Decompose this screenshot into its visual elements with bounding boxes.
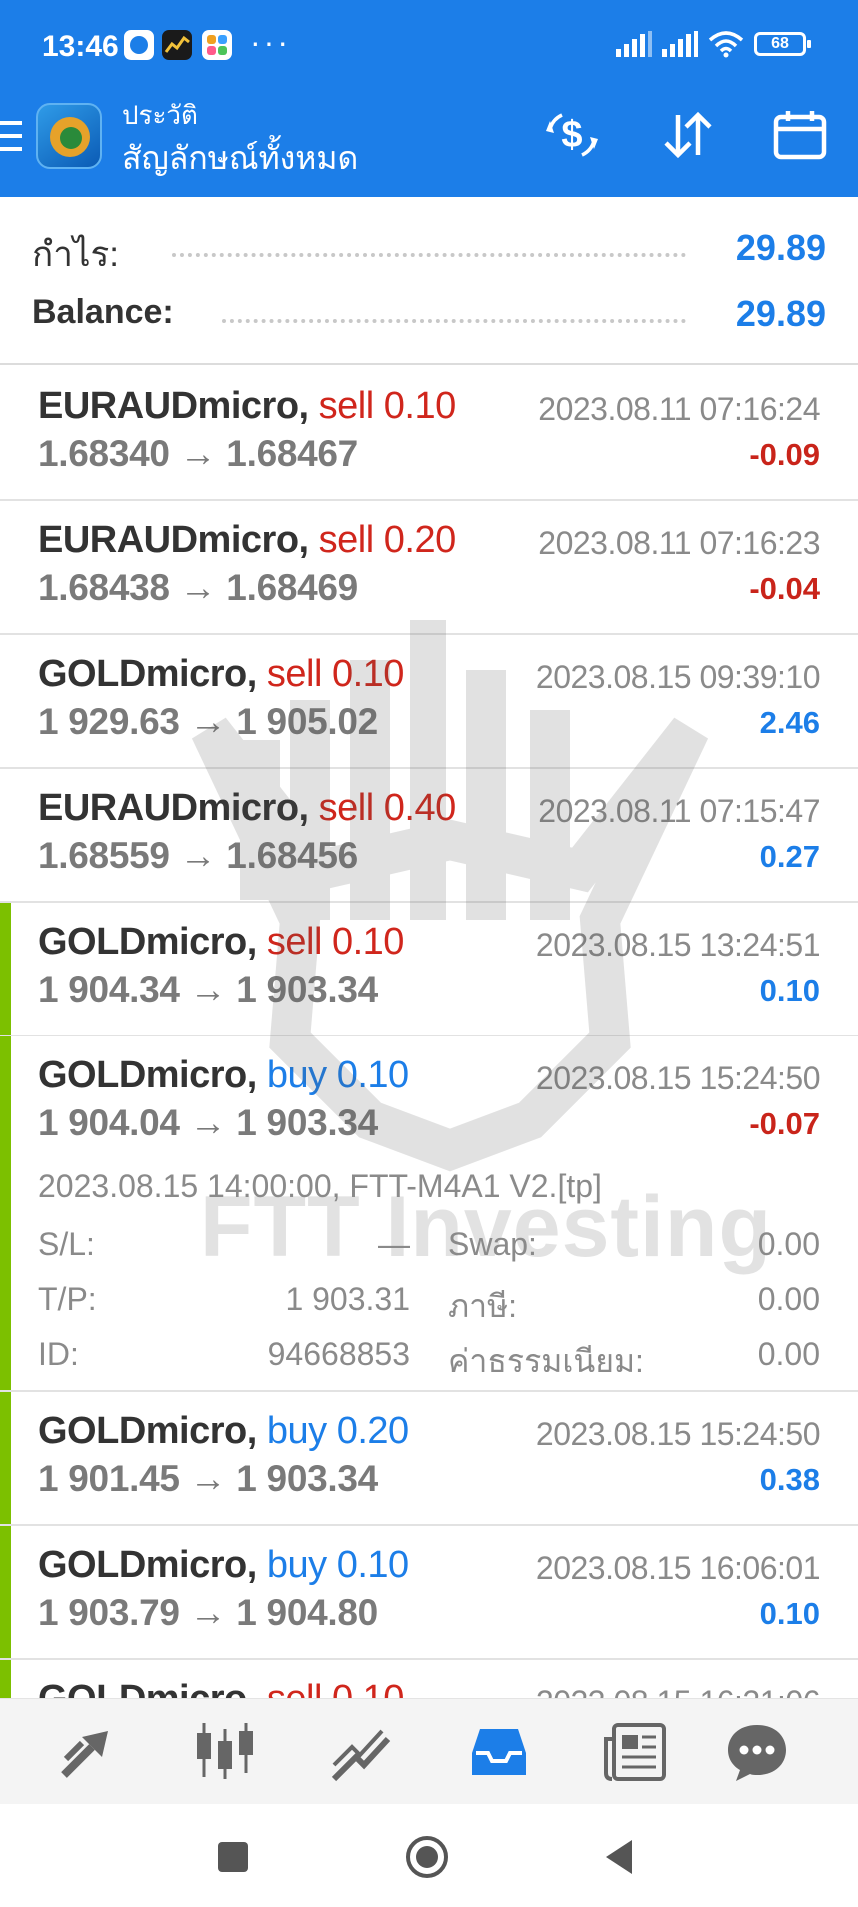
calendar-icon[interactable] (772, 107, 828, 163)
tp-value: 1 903.31 (285, 1281, 410, 1317)
trade-profit: 0.38 (759, 1462, 820, 1497)
status-time: 13:46 (42, 30, 119, 63)
battery-icon: 68 (754, 32, 811, 56)
trade-prices: 1 904.04 → 1 903.34 (38, 1102, 378, 1143)
sort-icon[interactable] (660, 107, 716, 163)
id-value: 94668853 (267, 1336, 410, 1372)
back-icon[interactable] (596, 1832, 646, 1882)
balance-row: Balance: 29.89 (32, 293, 826, 334)
fee-label: ค่าธรรมเนียม: (448, 1343, 644, 1379)
trade-prices: 1 901.45 → 1 903.34 (38, 1458, 378, 1499)
trade-profit: 0.10 (759, 1596, 820, 1631)
signal-icon-2 (662, 31, 698, 57)
notification-app-icon (124, 30, 154, 60)
news-icon[interactable] (602, 1717, 672, 1787)
id-label: ID: (38, 1336, 79, 1372)
tax-value: 0.00 (757, 1281, 820, 1317)
trade-side: buy 0.20 (266, 1410, 409, 1452)
chat-icon[interactable] (722, 1717, 792, 1787)
trade-symbol: EURAUDmicro, sell 0.10 (38, 385, 457, 427)
deposit-dollar-icon[interactable]: $ (544, 107, 600, 163)
trade-prices: 1 904.34 → 1 903.34 (38, 969, 378, 1010)
dotted-leader (222, 319, 686, 323)
signal-icon (616, 31, 652, 57)
account-summary: กำไร: 29.89 Balance: 29.89 (0, 197, 858, 365)
trade-time: 2023.08.15 16:06:01 (535, 1550, 821, 1586)
trade-prices: 1 929.63 → 1 905.02 (38, 701, 378, 742)
trade-time: 2023.08.11 07:16:23 (538, 525, 820, 561)
trade-side: sell 0.10 (318, 385, 457, 427)
trade-row[interactable]: GOLDmicro, sell 0.10 1 904.34 → 1 903.34… (0, 903, 858, 1037)
trade-side: buy 0.10 (266, 1544, 409, 1586)
history-icon[interactable] (464, 1717, 534, 1787)
chart-icon[interactable] (190, 1717, 260, 1787)
page-title[interactable]: สัญลักษณ์ทั้งหมด (122, 133, 358, 184)
tp-label: T/P: (38, 1281, 97, 1317)
trade-symbol: EURAUDmicro, sell 0.20 (38, 519, 457, 561)
svg-text:$: $ (561, 114, 582, 156)
trade-row[interactable]: GOLDmicro, buy 0.10 1 903.79 → 1 904.80 … (0, 1526, 858, 1660)
trade-symbol: GOLDmicro, sell 0.10 (38, 653, 405, 695)
status-bar: 13:46 ··· 68 (0, 0, 858, 95)
more-notifications-icon: ··· (250, 24, 291, 60)
trade-profit: -0.04 (749, 571, 820, 606)
watermark-text: FTT Investing (200, 1179, 772, 1275)
balance-label: Balance: (32, 293, 174, 331)
trade-row[interactable]: GOLDmicro, sell 0.10 1 929.63 → 1 905.02… (0, 635, 858, 769)
trade-row[interactable]: EURAUDmicro, sell 0.10 1.68340 → 1.68467… (0, 367, 858, 501)
trade-symbol: EURAUDmicro, sell 0.40 (38, 787, 457, 829)
trade-time: 2023.08.15 15:24:50 (535, 1060, 821, 1096)
trade-time: 2023.08.15 09:39:10 (535, 659, 821, 695)
trade-prices: 1.68340 → 1.68467 (38, 433, 358, 474)
menu-icon[interactable] (0, 121, 22, 161)
app-logo (36, 103, 102, 169)
notification-grid-icon (202, 30, 232, 60)
trade-side: sell 0.40 (318, 787, 457, 829)
trade-profit: -0.09 (749, 437, 820, 472)
trade-time: 2023.08.15 15:24:50 (535, 1416, 821, 1452)
trade-symbol: GOLDmicro, buy 0.20 (38, 1410, 409, 1452)
trade-symbol: GOLDmicro, sell 0.10 (38, 921, 405, 963)
trade-side: buy 0.10 (266, 1054, 409, 1096)
tax-label: ภาษี: (448, 1288, 518, 1324)
profit-label: กำไร: (32, 235, 119, 274)
trade-prices: 1.68559 → 1.68456 (38, 835, 358, 876)
app-bar: ประวัติ สัญลักษณ์ทั้งหมด $ (0, 95, 858, 197)
notification-chart-icon (162, 30, 192, 60)
trade-prices: 1 903.79 → 1 904.80 (38, 1592, 378, 1633)
trade-profit: 2.46 (759, 705, 820, 740)
trade-symbol: GOLDmicro, buy 0.10 (38, 1054, 409, 1096)
system-nav-bar (0, 1804, 858, 1907)
trade-side: sell 0.10 (266, 653, 405, 695)
wifi-icon (708, 31, 744, 58)
detail-row-id: ID: 94668853 ค่าธรรมเนียม: 0.00 (38, 1336, 820, 1379)
quotes-icon[interactable] (52, 1717, 122, 1787)
trade-row[interactable]: EURAUDmicro, sell 0.20 1.68438 → 1.68469… (0, 501, 858, 635)
profit-value: 29.89 (735, 227, 826, 268)
status-indicators: 68 (616, 30, 811, 58)
fee-value: 0.00 (757, 1336, 820, 1372)
dotted-leader (172, 253, 686, 257)
bottom-tab-bar (0, 1698, 858, 1804)
sl-label: S/L: (38, 1226, 95, 1262)
trade-row[interactable]: GOLDmicro, buy 0.20 1 901.45 → 1 903.34 … (0, 1392, 858, 1526)
trade-time: 2023.08.15 13:24:51 (535, 927, 821, 963)
trade-prices: 1.68438 → 1.68469 (38, 567, 358, 608)
trade-row[interactable]: EURAUDmicro, sell 0.40 1.68559 → 1.68456… (0, 769, 858, 903)
trade-symbol: GOLDmicro, buy 0.10 (38, 1544, 409, 1586)
trade-side: sell 0.10 (266, 921, 405, 963)
balance-value: 29.89 (735, 293, 826, 334)
trade-time: 2023.08.11 07:16:24 (538, 391, 820, 427)
trade-time: 2023.08.11 07:15:47 (538, 793, 820, 829)
profit-row: กำไร: 29.89 (32, 227, 826, 274)
trade-profit: 0.10 (759, 973, 820, 1008)
recent-apps-icon[interactable] (208, 1832, 258, 1882)
trade-profit: 0.27 (759, 839, 820, 874)
home-icon[interactable] (402, 1832, 452, 1882)
trade-icon[interactable] (326, 1717, 396, 1787)
trade-side: sell 0.20 (318, 519, 457, 561)
page-subtitle: ประวัติ (122, 100, 198, 130)
detail-row-tp: T/P: 1 903.31 ภาษี: 0.00 (38, 1281, 820, 1324)
trade-profit: -0.07 (749, 1106, 820, 1141)
